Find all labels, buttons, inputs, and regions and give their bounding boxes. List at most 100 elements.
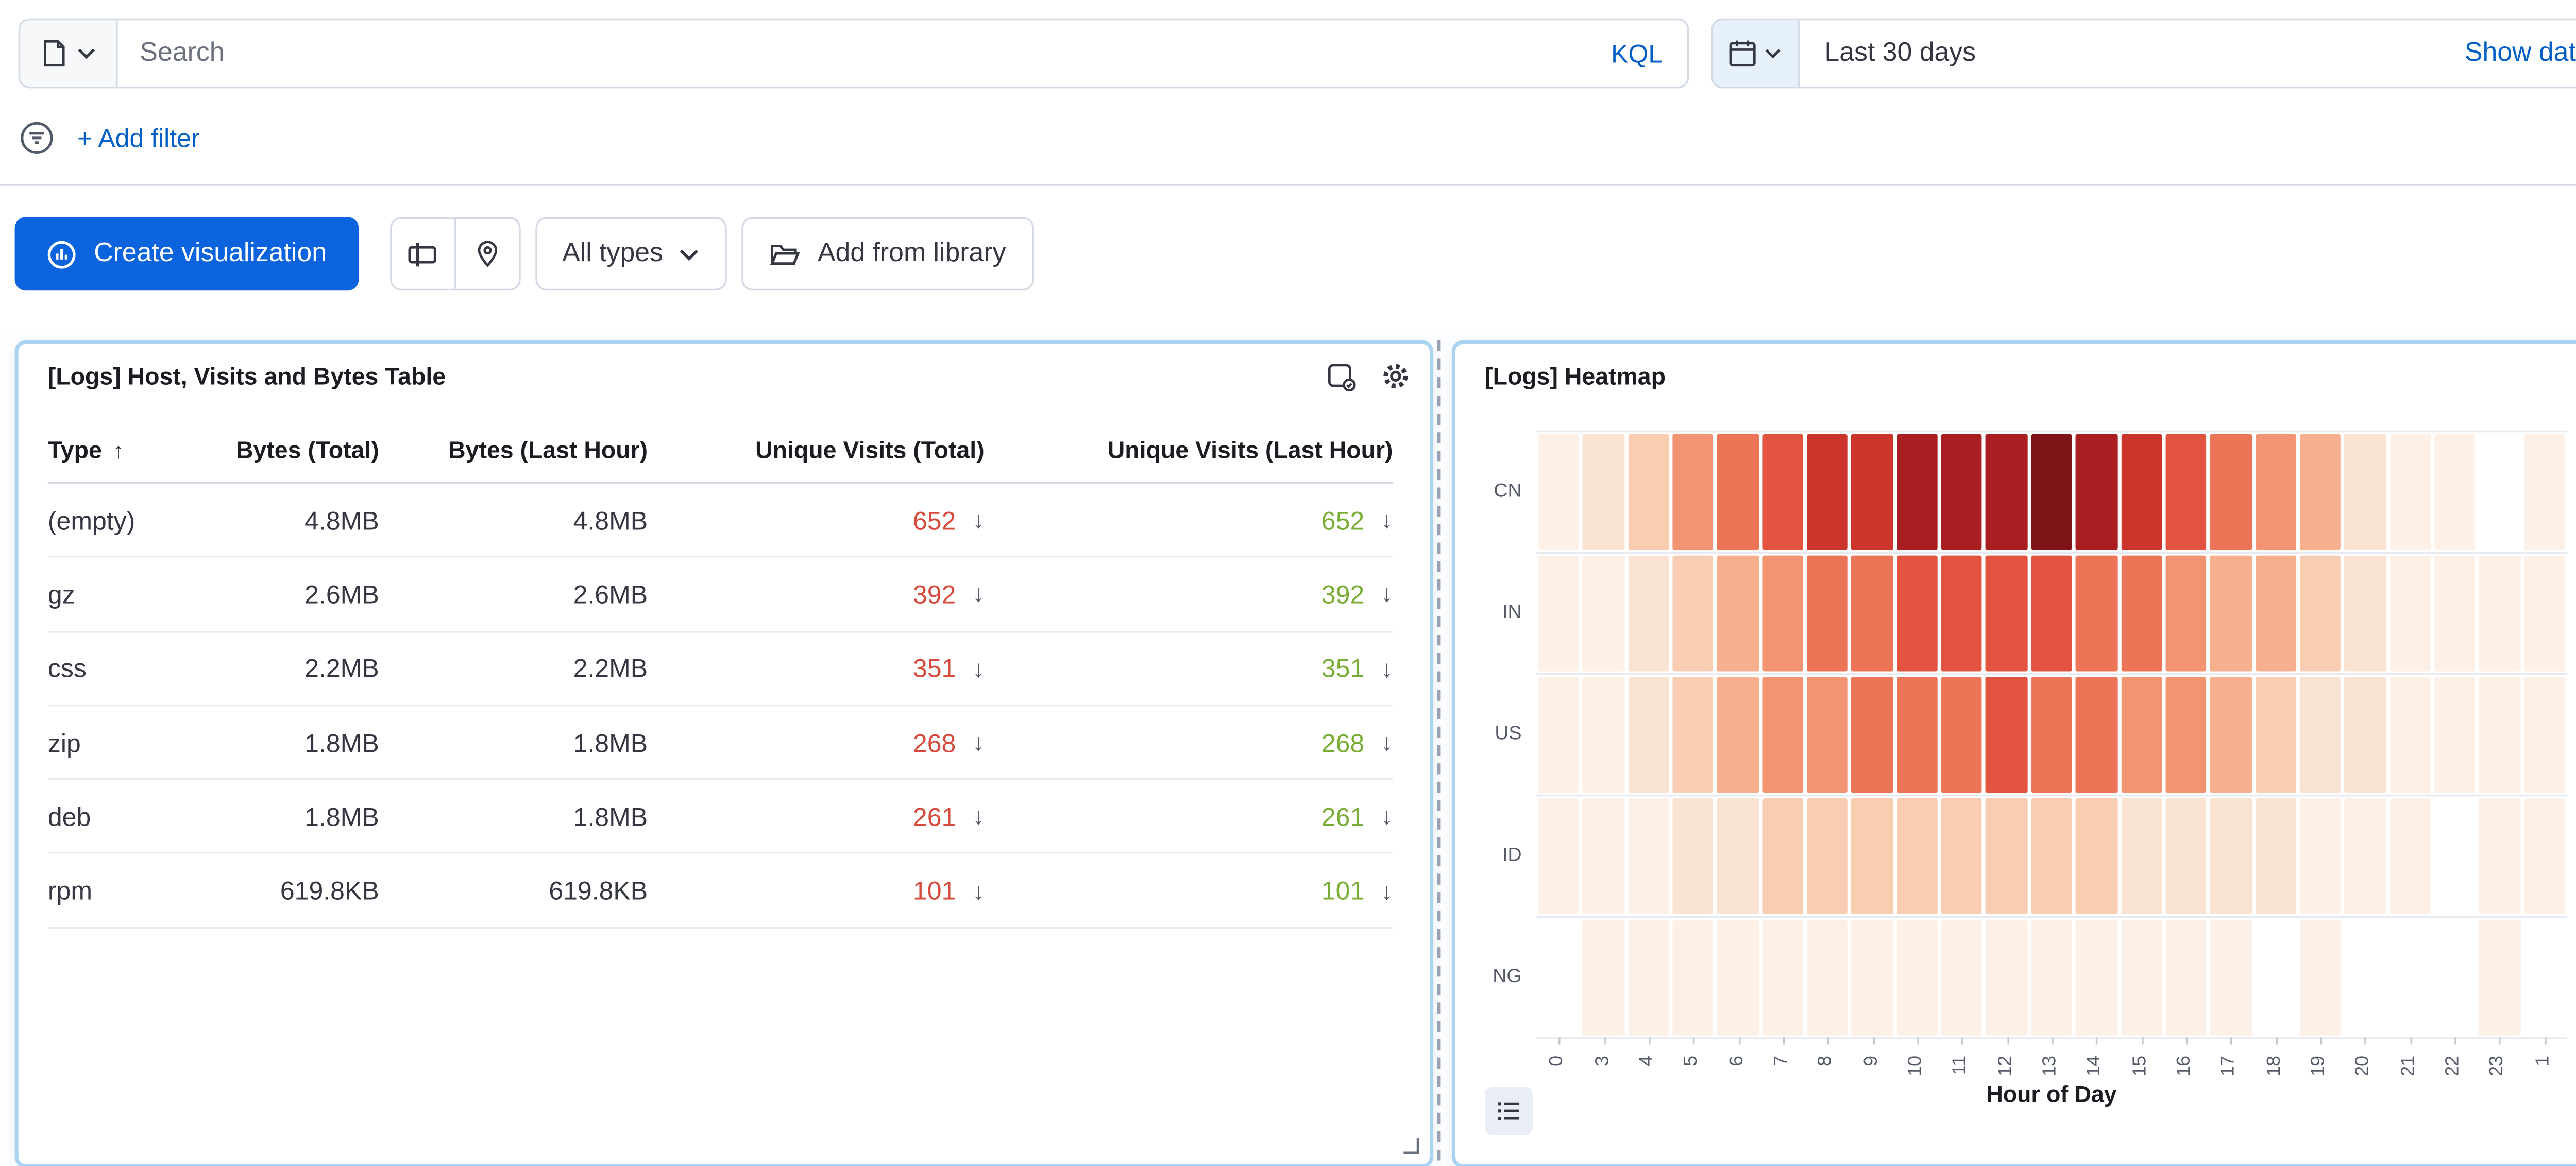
heatmap-cell[interactable]: [2121, 676, 2162, 792]
heatmap-cell[interactable]: [1941, 555, 1982, 671]
heatmap-cell[interactable]: [2210, 555, 2251, 671]
heatmap-cell[interactable]: [1896, 433, 1938, 549]
heatmap-cell[interactable]: [2389, 676, 2431, 792]
heatmap-cell[interactable]: [2524, 433, 2565, 549]
cell-visits-last-hour[interactable]: 268↓: [985, 728, 1393, 757]
search-input[interactable]: [118, 20, 1587, 87]
heatmap-cell[interactable]: [2210, 797, 2251, 913]
all-types-dropdown[interactable]: All types: [535, 217, 727, 290]
heatmap-cell[interactable]: [2031, 797, 2072, 913]
heatmap-cell[interactable]: [2389, 433, 2431, 549]
show-dates-button[interactable]: Show dates: [2465, 39, 2576, 68]
heatmap-cell[interactable]: [1717, 433, 1758, 549]
heatmap-cell[interactable]: [1673, 919, 1714, 1035]
heatmap-cell[interactable]: [1538, 676, 1580, 792]
heatmap-cell[interactable]: [1628, 797, 1669, 913]
heatmap-cell[interactable]: [1717, 676, 1758, 792]
heatmap-cell[interactable]: [1673, 555, 1714, 671]
heatmap-cell[interactable]: [1941, 433, 1982, 549]
cell-visits-last-hour[interactable]: 101↓: [985, 876, 1393, 905]
heatmap-cell[interactable]: [2031, 433, 2072, 549]
heatmap-cell[interactable]: [2165, 676, 2207, 792]
heatmap-cell[interactable]: [1986, 676, 2027, 792]
panel-settings-button[interactable]: [1380, 361, 1412, 392]
heatmap-cell[interactable]: [1807, 676, 1848, 792]
heatmap-cell[interactable]: [2165, 797, 2207, 913]
column-header-type[interactable]: Type↑: [48, 435, 202, 463]
heatmap-cell[interactable]: [1628, 919, 1669, 1035]
heatmap-cell[interactable]: [1896, 676, 1938, 792]
heatmap-cell[interactable]: [2165, 555, 2207, 671]
cell-visits-last-hour[interactable]: 392↓: [985, 579, 1393, 609]
heatmap-cell[interactable]: [1538, 797, 1580, 913]
heatmap-cell[interactable]: [1762, 919, 1803, 1035]
heatmap-cell[interactable]: [1583, 919, 1624, 1035]
cell-visits-total[interactable]: 101↓: [648, 876, 985, 905]
cell-visits-last-hour[interactable]: 652↓: [985, 505, 1393, 535]
saved-query-menu-button[interactable]: [20, 20, 117, 87]
heatmap-cell[interactable]: [2121, 433, 2162, 549]
heatmap-cell[interactable]: [2031, 676, 2072, 792]
heatmap-cell[interactable]: [2031, 919, 2072, 1035]
heatmap-cell[interactable]: [2434, 555, 2476, 671]
cell-visits-last-hour[interactable]: 261↓: [985, 802, 1393, 831]
heatmap-cell[interactable]: [2479, 555, 2520, 671]
heatmap-cell[interactable]: [1673, 797, 1714, 913]
heatmap-cell[interactable]: [1852, 919, 1893, 1035]
cell-visits-last-hour[interactable]: 351↓: [985, 654, 1393, 683]
heatmap-cell[interactable]: [2345, 676, 2386, 792]
heatmap-cell[interactable]: [1628, 676, 1669, 792]
heatmap-cell[interactable]: [2076, 433, 2117, 549]
column-header-bytes-last-hour[interactable]: Bytes (Last Hour): [379, 435, 648, 463]
heatmap-cell[interactable]: [1628, 433, 1669, 549]
heatmap-cell[interactable]: [2524, 797, 2565, 913]
heatmap-cell[interactable]: [2434, 676, 2476, 792]
heatmap-cell[interactable]: [2210, 433, 2251, 549]
heatmap-cell[interactable]: [1852, 555, 1893, 671]
heatmap-cell[interactable]: [2255, 676, 2296, 792]
heatmap-cell[interactable]: [2165, 919, 2207, 1035]
heatmap-cell[interactable]: [1852, 676, 1893, 792]
kql-button[interactable]: KQL: [1587, 20, 1687, 87]
heatmap-cell[interactable]: [2255, 797, 2296, 913]
add-from-library-button[interactable]: Add from library: [742, 217, 1034, 290]
add-annotation-button[interactable]: [454, 219, 518, 289]
heatmap-cell[interactable]: [2076, 797, 2117, 913]
edit-panel-button[interactable]: [1327, 362, 1356, 391]
heatmap-cell[interactable]: [1807, 797, 1848, 913]
heatmap-cell[interactable]: [1807, 919, 1848, 1035]
heatmap-cell[interactable]: [1896, 555, 1938, 671]
heatmap-cell[interactable]: [2210, 676, 2251, 792]
heatmap-cell[interactable]: [1673, 676, 1714, 792]
heatmap-cell[interactable]: [2345, 433, 2386, 549]
heatmap-cell[interactable]: [2479, 797, 2520, 913]
heatmap-cell[interactable]: [2210, 919, 2251, 1035]
heatmap-cell[interactable]: [1807, 433, 1848, 549]
cell-visits-total[interactable]: 351↓: [648, 654, 985, 683]
heatmap-cell[interactable]: [1717, 919, 1758, 1035]
heatmap-cell[interactable]: [1673, 433, 1714, 549]
heatmap-cell[interactable]: [1807, 555, 1848, 671]
heatmap-cell[interactable]: [2524, 555, 2565, 671]
heatmap-cell[interactable]: [2121, 555, 2162, 671]
heatmap-cell[interactable]: [2524, 676, 2565, 792]
create-visualization-button[interactable]: Create visualization: [15, 217, 358, 290]
add-filter-button[interactable]: + Add filter: [77, 123, 200, 152]
date-range-value[interactable]: Last 30 days: [1799, 39, 1976, 68]
heatmap-cell[interactable]: [1583, 433, 1624, 549]
heatmap-cell[interactable]: [2300, 676, 2341, 792]
heatmap-cell[interactable]: [2300, 919, 2341, 1035]
heatmap-cell[interactable]: [1583, 676, 1624, 792]
cell-visits-total[interactable]: 261↓: [648, 802, 985, 831]
heatmap-cell[interactable]: [2389, 797, 2431, 913]
heatmap-cell[interactable]: [1941, 676, 1982, 792]
heatmap-cell[interactable]: [2300, 797, 2341, 913]
cell-visits-total[interactable]: 392↓: [648, 579, 985, 609]
heatmap-cell[interactable]: [2121, 919, 2162, 1035]
heatmap-cell[interactable]: [2300, 433, 2341, 549]
heatmap-cell[interactable]: [2255, 555, 2296, 671]
heatmap-cell[interactable]: [2076, 555, 2117, 671]
heatmap-cell[interactable]: [2165, 433, 2207, 549]
heatmap-cell[interactable]: [1583, 797, 1624, 913]
heatmap-cell[interactable]: [1896, 919, 1938, 1035]
